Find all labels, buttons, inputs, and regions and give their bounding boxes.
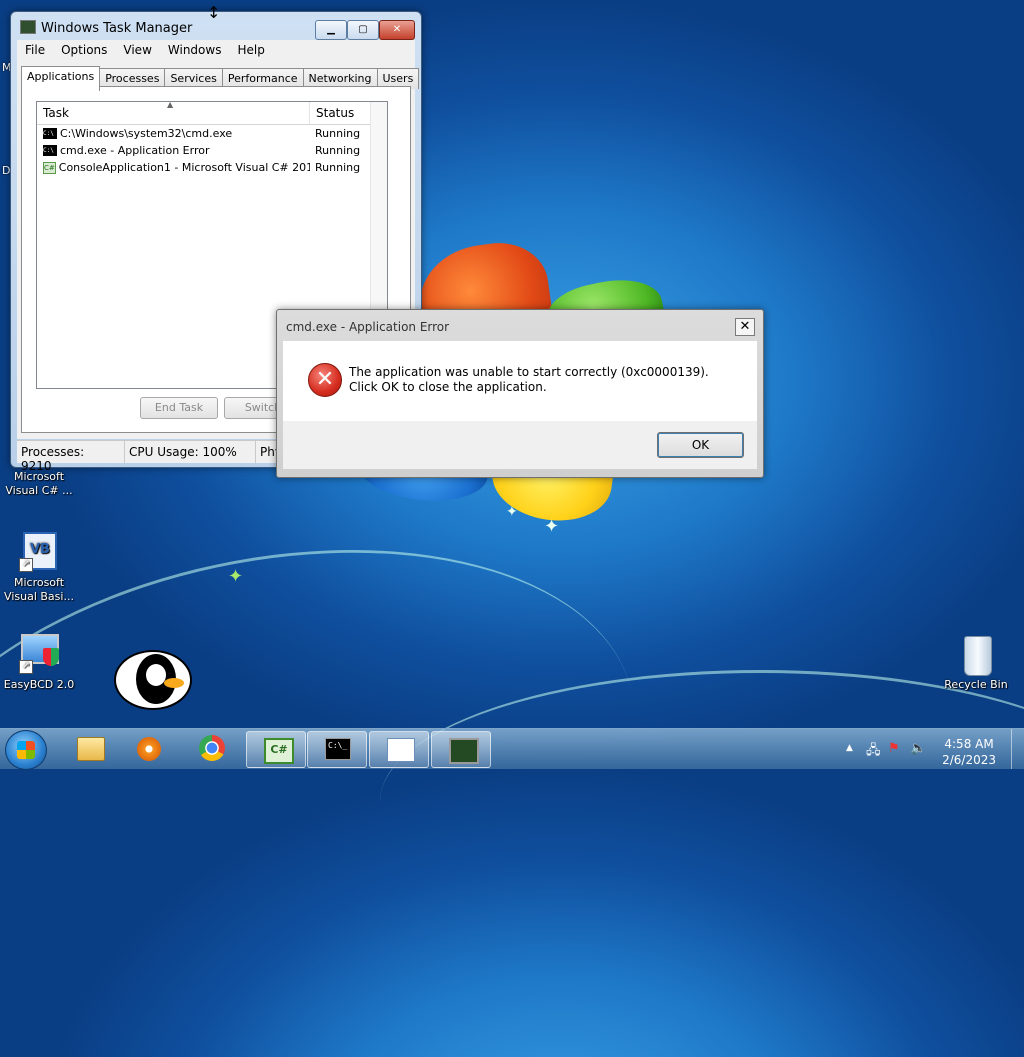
status-processes: Processes: 9210 [17, 441, 125, 473]
start-button[interactable] [5, 730, 47, 770]
end-task-button[interactable]: End Task [140, 397, 218, 419]
table-row[interactable]: C:\ C:\Windows\system32\cmd.exe Running [37, 125, 387, 142]
show-desktop-button[interactable] [1011, 729, 1024, 769]
show-hidden-icons-icon[interactable]: ▲ [846, 743, 853, 753]
task-manager-icon [20, 20, 36, 34]
cmd-icon: C:\ [43, 145, 57, 156]
close-button[interactable]: ✕ [379, 20, 415, 40]
close-icon: ✕ [739, 319, 751, 334]
taskbar-visual-csharp[interactable]: C# [246, 731, 306, 768]
resize-cursor-icon: ↕ [207, 3, 221, 22]
menu-help[interactable]: Help [229, 40, 272, 60]
task-status: Running [315, 144, 361, 157]
tab-applications[interactable]: Applications [21, 66, 101, 91]
maximize-icon: ▢ [358, 24, 368, 35]
task-status: Running [315, 127, 361, 140]
penguin-image-icon[interactable] [114, 650, 192, 710]
list-header: ▲ Task Status [37, 100, 387, 125]
column-header-status[interactable]: Status [310, 102, 354, 124]
action-center-flag-icon[interactable]: ⚑ [888, 741, 900, 756]
app-icon [387, 738, 415, 762]
cmd-icon: C:\_ [325, 738, 351, 760]
recycle-bin-icon [954, 632, 998, 676]
visual-csharp-icon: C# [264, 738, 294, 764]
taskbar-cmd[interactable]: C:\_ [307, 731, 367, 768]
taskbar: C# C:\_ ▲ 🖧 ⚑ 🔈 4:58 AM 2/6/2023 [0, 728, 1024, 770]
csharp-icon: C# [43, 161, 56, 174]
menu-windows[interactable]: Windows [160, 40, 230, 60]
maximize-button[interactable]: ▢ [347, 20, 379, 40]
table-row[interactable]: C:\ cmd.exe - Application Error Running [37, 142, 387, 159]
minimize-icon: ▁ [327, 24, 335, 35]
chrome-icon [199, 735, 225, 761]
dialog-body: ✕ The application was unable to start co… [283, 341, 757, 421]
window-title: Windows Task Manager [41, 21, 193, 36]
desktop-icon-visual-basic[interactable]: VB ↗ Microsoft Visual Basi... [1, 530, 77, 604]
windows-logo-icon [17, 741, 35, 759]
desktop-icon-label: Microsoft Visual Basi... [4, 576, 74, 603]
desktop-icon-recycle-bin[interactable]: Recycle Bin [938, 632, 1014, 692]
taskbar-chrome[interactable] [182, 731, 240, 766]
taskbar-task-manager[interactable] [431, 731, 491, 768]
error-icon: ✕ [308, 363, 342, 397]
taskbar-media-player[interactable] [120, 731, 178, 766]
task-status: Running [315, 161, 361, 174]
dialog-footer: OK [283, 421, 757, 469]
desktop-icon-label: EasyBCD 2.0 [3, 678, 75, 691]
status-cpu-usage: CPU Usage: 100% [125, 441, 256, 463]
dialog-title: cmd.exe - Application Error [286, 320, 450, 334]
clock-date: 2/6/2023 [942, 753, 996, 767]
task-name: ConsoleApplication1 - Microsoft Visual C… [58, 161, 310, 174]
windows-explorer-icon [77, 737, 105, 761]
easybcd-icon: ↗ [17, 632, 61, 676]
error-message: The application was unable to start corr… [349, 365, 709, 394]
sort-arrow-icon: ▲ [167, 100, 174, 109]
minimize-button[interactable]: ▁ [315, 20, 347, 40]
menu-view[interactable]: View [115, 40, 159, 60]
volume-icon[interactable]: 🔈 [910, 741, 926, 756]
dialog-close-button[interactable]: ✕ [735, 318, 755, 336]
desktop-icon-visual-csharp[interactable]: Microsoft Visual C# ... [1, 470, 77, 498]
application-error-dialog[interactable]: cmd.exe - Application Error ✕ ✕ The appl… [276, 309, 764, 478]
taskbar-application[interactable] [369, 731, 429, 768]
desktop-icon-label: Recycle Bin [944, 678, 1008, 691]
menu-file[interactable]: File [17, 40, 53, 60]
close-icon: ✕ [392, 24, 402, 35]
clock-time: 4:58 AM [944, 737, 994, 751]
system-tray: ▲ 🖧 ⚑ 🔈 4:58 AM 2/6/2023 [838, 731, 1018, 767]
task-name: cmd.exe - Application Error [60, 144, 210, 157]
desktop-icon-easybcd[interactable]: ↗ EasyBCD 2.0 [1, 632, 77, 692]
clock[interactable]: 4:58 AM 2/6/2023 [942, 736, 996, 768]
network-icon[interactable]: 🖧 [866, 741, 881, 763]
desktop-icon-label: Microsoft Visual C# ... [5, 470, 73, 497]
cmd-icon: C:\ [43, 128, 57, 139]
menu-bar: File Options View Windows Help [17, 40, 415, 60]
column-header-task[interactable]: ▲ Task [37, 100, 310, 124]
table-row[interactable]: C# ConsoleApplication1 - Microsoft Visual… [37, 159, 387, 176]
task-name: C:\Windows\system32\cmd.exe [60, 127, 233, 140]
task-manager-icon [449, 738, 479, 764]
taskbar-explorer[interactable] [60, 731, 118, 766]
ok-button[interactable]: OK [657, 432, 744, 458]
menu-options[interactable]: Options [53, 40, 115, 60]
tab-strip: Applications Processes Services Performa… [21, 66, 420, 91]
visual-basic-icon: VB ↗ [17, 530, 61, 574]
media-player-icon [137, 737, 161, 761]
